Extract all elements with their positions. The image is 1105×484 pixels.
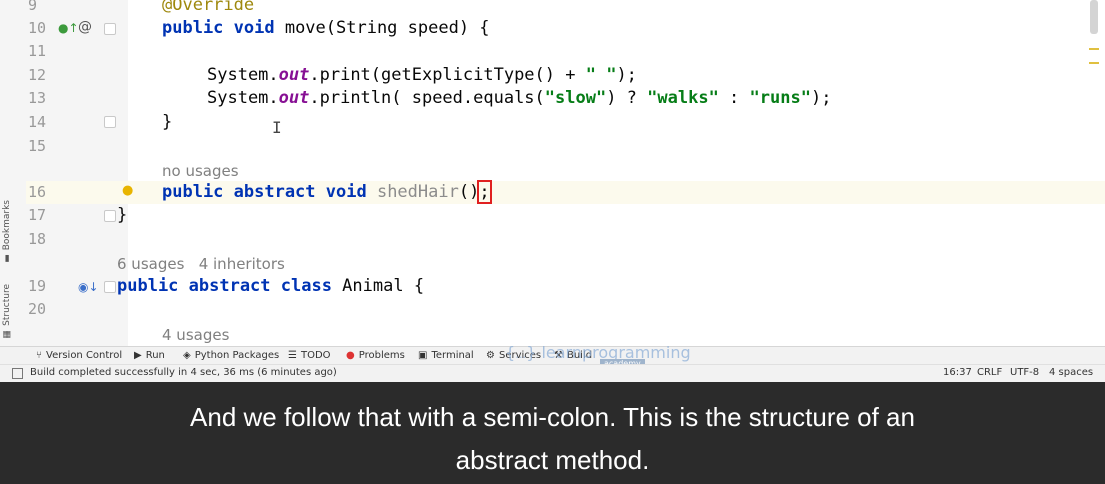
- line-number: 18: [28, 230, 47, 248]
- warning-marker[interactable]: [1089, 48, 1099, 50]
- code-annotation: @Override: [162, 0, 255, 15]
- caption-line-2: abstract method.: [455, 445, 650, 475]
- text-cursor-icon: I: [272, 118, 282, 137]
- line-number: 13: [28, 89, 47, 107]
- terminal-icon: ▣: [418, 350, 428, 361]
- status-message[interactable]: Build completed successfully in 4 sec, 3…: [30, 367, 337, 378]
- tool-python-packages[interactable]: ◈ Python Packages: [183, 349, 279, 363]
- usages-hint[interactable]: no usages: [162, 161, 239, 181]
- implemented-marker-icon[interactable]: ◉↓: [78, 280, 99, 294]
- fold-icon[interactable]: [104, 23, 116, 35]
- ide-window: ▮ Bookmarks ▦ Structure 9 10 11 12 13 14…: [0, 0, 1105, 382]
- structure-icon: ▦: [2, 325, 12, 339]
- watermark-logo: {…} learnprogramming: [505, 343, 691, 362]
- line-number: 10: [28, 19, 47, 37]
- line-number: 19: [28, 277, 47, 295]
- at-sign-icon[interactable]: @: [78, 20, 92, 34]
- code-line-move-signature: public void move(String speed) {: [162, 18, 490, 38]
- error-icon: ●: [346, 350, 355, 361]
- fold-icon[interactable]: [104, 210, 116, 222]
- bookmark-icon: ▮: [2, 250, 12, 264]
- line-number: 15: [28, 137, 47, 155]
- warning-marker[interactable]: [1089, 62, 1099, 64]
- caret-position[interactable]: 16:37: [943, 367, 972, 378]
- line-number: 12: [28, 66, 47, 84]
- run-icon: ▶: [134, 350, 142, 361]
- bookmarks-tab[interactable]: ▮ Bookmarks: [2, 200, 12, 263]
- code-close-brace: }: [162, 112, 173, 132]
- branch-icon: ⑂: [36, 350, 42, 361]
- file-encoding[interactable]: UTF-8: [1010, 367, 1039, 378]
- usages-hint[interactable]: 4 usages: [162, 325, 229, 345]
- tool-todo[interactable]: ☰ TODO: [288, 349, 331, 363]
- video-caption: And we follow that with a semi-colon. Th…: [0, 382, 1105, 484]
- line-number: 14: [28, 113, 47, 131]
- semicolon-caret: ;: [477, 180, 492, 204]
- lightbulb-icon[interactable]: ●: [122, 184, 133, 198]
- line-separator[interactable]: CRLF: [977, 367, 1002, 378]
- side-tool-strip: ▮ Bookmarks ▦ Structure: [0, 0, 26, 346]
- fold-icon[interactable]: [104, 116, 116, 128]
- scrollbar-thumb[interactable]: [1090, 0, 1098, 34]
- line-number: 16: [28, 183, 47, 201]
- tool-problems[interactable]: ● Problems: [346, 349, 405, 363]
- tool-terminal[interactable]: ▣ Terminal: [418, 349, 474, 363]
- structure-tab[interactable]: ▦ Structure: [2, 284, 12, 339]
- tool-window-bar: ⑂ Version Control ▶ Run ◈ Python Packages ☰…: [0, 343, 1105, 369]
- code-line-abstract-method: public abstract void shedHair();: [162, 180, 492, 204]
- code-line-println: System.out.println( speed.equals("slow")…: [207, 88, 832, 108]
- services-icon: ⚙: [486, 350, 495, 361]
- override-marker-icon[interactable]: ●↑: [58, 21, 79, 35]
- line-number: 20: [28, 300, 47, 318]
- usages-hint[interactable]: 6 usages 4 inheritors: [117, 254, 285, 274]
- tool-version-control[interactable]: ⑂ Version Control: [36, 349, 122, 363]
- status-bar: Build completed successfully in 4 sec, 3…: [0, 364, 1105, 382]
- code-class-close-brace: }: [117, 205, 128, 225]
- layers-icon: ◈: [183, 350, 191, 361]
- list-icon: ☰: [288, 350, 297, 361]
- fold-icon[interactable]: [104, 281, 116, 293]
- caption-line-1: And we follow that with a semi-colon. Th…: [190, 402, 915, 432]
- indent-setting[interactable]: 4 spaces: [1049, 367, 1093, 378]
- code-line-class-declaration: public abstract class Animal {: [117, 276, 425, 296]
- code-line-print: System.out.print(getExplicitType() + " "…: [207, 65, 637, 85]
- line-number: 17: [28, 206, 47, 224]
- status-square-icon[interactable]: [12, 368, 23, 379]
- line-number: 11: [28, 42, 47, 60]
- tool-run[interactable]: ▶ Run: [134, 349, 165, 363]
- line-number: 9: [28, 0, 38, 14]
